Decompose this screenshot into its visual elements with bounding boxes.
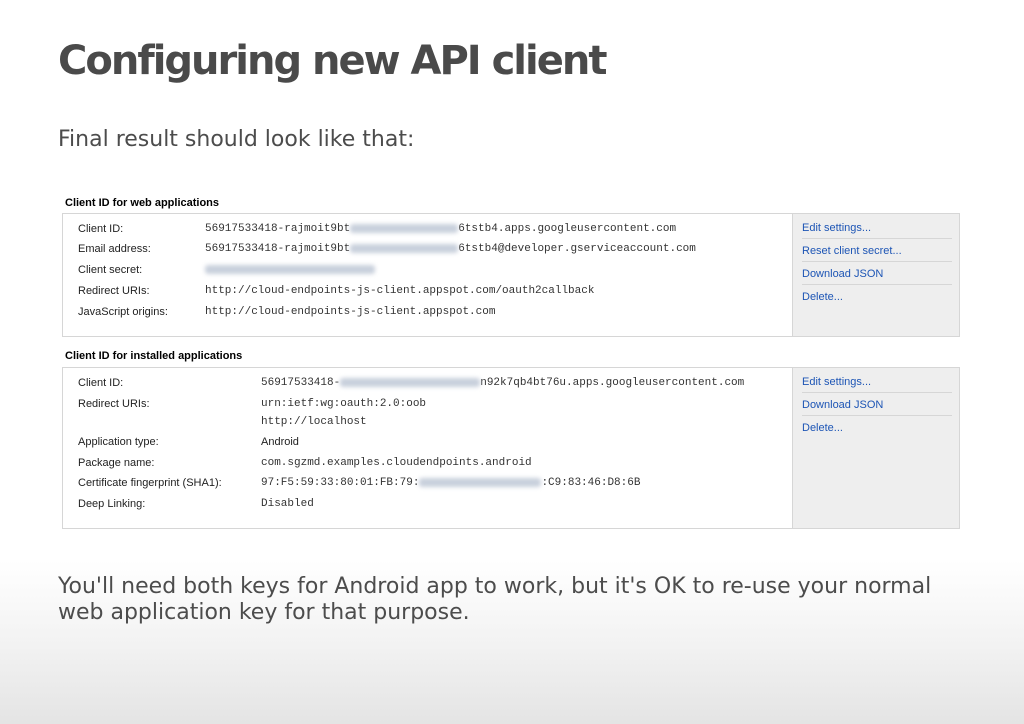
web-section-heading: Client ID for web applications [65,197,220,209]
redacted-blur [205,264,375,274]
installed-section-heading: Client ID for installed applications [65,350,243,362]
installed-app-type-value: Android [261,436,299,448]
web-email-value: 56917533418-rajmoit9bt 6tstb4@developer.g… [205,243,696,255]
outro-text: You'll need both keys for Android app to… [58,574,932,625]
intro-text: Final result should look like that: [58,127,415,152]
installed-app-type-label: Application type: [78,436,159,448]
installed-client-id-value: 56917533418- n92k7qb4bt76u.apps.googleuse… [261,377,745,389]
installed-delete-link[interactable]: Delete... [802,422,952,438]
web-download-json-link[interactable]: Download JSON [802,268,952,285]
redacted-blur [340,377,481,387]
installed-redirect-label: Redirect URIs: [78,398,150,410]
installed-client-panel: Client ID: 56917533418- n92k7qb4bt76u.app… [62,367,960,529]
installed-fingerprint-label: Certificate fingerprint (SHA1): [78,477,222,489]
installed-fingerprint-value: 97:F5:59:33:80:01:FB:79::C9:83:46:D8:6B [261,477,641,489]
installed-download-json-link[interactable]: Download JSON [802,399,952,416]
redacted-blur [350,223,459,233]
installed-deep-linking-label: Deep Linking: [78,498,146,510]
web-client-id-value: 56917533418-rajmoit9bt 6tstb4.apps.google… [205,223,677,235]
web-redirect-value: http://cloud-endpoints-js-client.appspot… [205,285,595,297]
installed-actions-panel: Edit settings... Download JSON Delete... [792,368,959,528]
redacted-blur [350,243,459,253]
installed-package-label: Package name: [78,457,155,469]
web-actions-panel: Edit settings... Reset client secret... … [792,214,959,336]
web-reset-secret-link[interactable]: Reset client secret... [802,245,952,262]
web-client-panel: Client ID: 56917533418-rajmoit9bt 6tstb4.… [62,213,960,337]
installed-client-id-label: Client ID: [78,377,124,389]
installed-package-value: com.sgzmd.examples.cloudendpoints.androi… [261,457,532,469]
installed-deep-linking-value: Disabled [261,498,314,510]
installed-edit-settings-link[interactable]: Edit settings... [802,376,952,393]
installed-redirect-value-2: http://localhost [261,416,367,428]
web-edit-settings-link[interactable]: Edit settings... [802,222,952,239]
redacted-blur [419,477,542,487]
web-delete-link[interactable]: Delete... [802,291,952,307]
slide-title: Configuring new API client [58,38,607,84]
installed-redirect-value-1: urn:ietf:wg:oauth:2.0:oob [261,398,427,410]
web-origins-value: http://cloud-endpoints-js-client.appspot… [205,306,496,318]
web-secret-value [205,264,375,276]
